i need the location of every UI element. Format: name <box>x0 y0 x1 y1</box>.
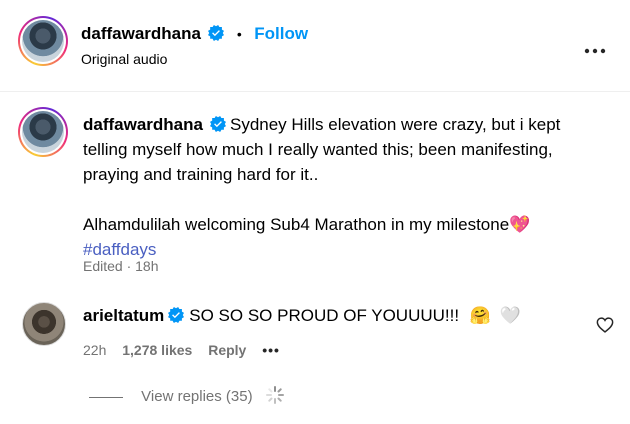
caption-avatar[interactable] <box>18 107 68 157</box>
verified-badge-icon <box>209 116 226 132</box>
view-replies-label[interactable]: View replies (35) <box>141 388 252 405</box>
view-replies-row[interactable]: View replies (35) <box>89 385 285 405</box>
header-divider <box>0 91 630 92</box>
header-username[interactable]: daffawardhana <box>81 24 201 43</box>
commenter-avatar[interactable] <box>22 302 66 346</box>
header-title-row: daffawardhana • Follow <box>81 24 308 44</box>
verified-badge-icon <box>168 307 185 323</box>
more-options-button[interactable] <box>584 41 606 54</box>
reply-button[interactable]: Reply <box>208 342 246 358</box>
caption-text-line: praying and training hard for it.. <box>83 165 319 184</box>
verified-badge-icon <box>208 25 225 41</box>
hashtag-link[interactable]: #daffdays <box>83 240 156 259</box>
caption-meta: Edited · 18h <box>83 258 159 274</box>
white-heart-emoji: 🤍 <box>499 306 521 325</box>
comment-text: SO SO SO PROUD OF YOUUUU!!! <box>189 306 460 325</box>
comment-body: arieltatum SO SO SO PROUD OF YOUUUU!!! 🤗… <box>83 306 521 326</box>
pink-heart-emoji: 💖 <box>509 215 531 234</box>
heart-like-icon[interactable] <box>596 317 614 333</box>
caption-username[interactable]: daffawardhana <box>83 115 203 134</box>
replies-line-divider <box>89 396 123 398</box>
caption-body: daffawardhana Sydney Hills elevation wer… <box>83 112 593 262</box>
caption-text-line: telling myself how much I really wanted … <box>83 140 553 159</box>
comment-more-button[interactable]: ••• <box>262 342 280 358</box>
hugging-face-emoji: 🤗 <box>469 306 491 325</box>
comment-time: 22h <box>83 342 107 358</box>
comment-username[interactable]: arieltatum <box>83 306 164 325</box>
loading-spinner-icon <box>265 386 284 404</box>
header-separator: • <box>236 26 242 42</box>
post-header: daffawardhana • Follow Original audio <box>0 0 630 91</box>
follow-button[interactable]: Follow <box>254 24 308 43</box>
caption-text-line: Alhamdulilah welcoming Sub4 Marathon in … <box>83 215 510 234</box>
author-avatar[interactable] <box>18 16 68 66</box>
more-horizontal-icon <box>584 48 606 54</box>
comment-likes[interactable]: 1,278 likes <box>122 342 192 358</box>
comment-meta: 22h 1,278 likes Reply ••• <box>83 342 292 358</box>
audio-subtitle[interactable]: Original audio <box>81 51 167 67</box>
caption-text-line: Sydney Hills elevation were crazy, but i… <box>229 115 561 134</box>
